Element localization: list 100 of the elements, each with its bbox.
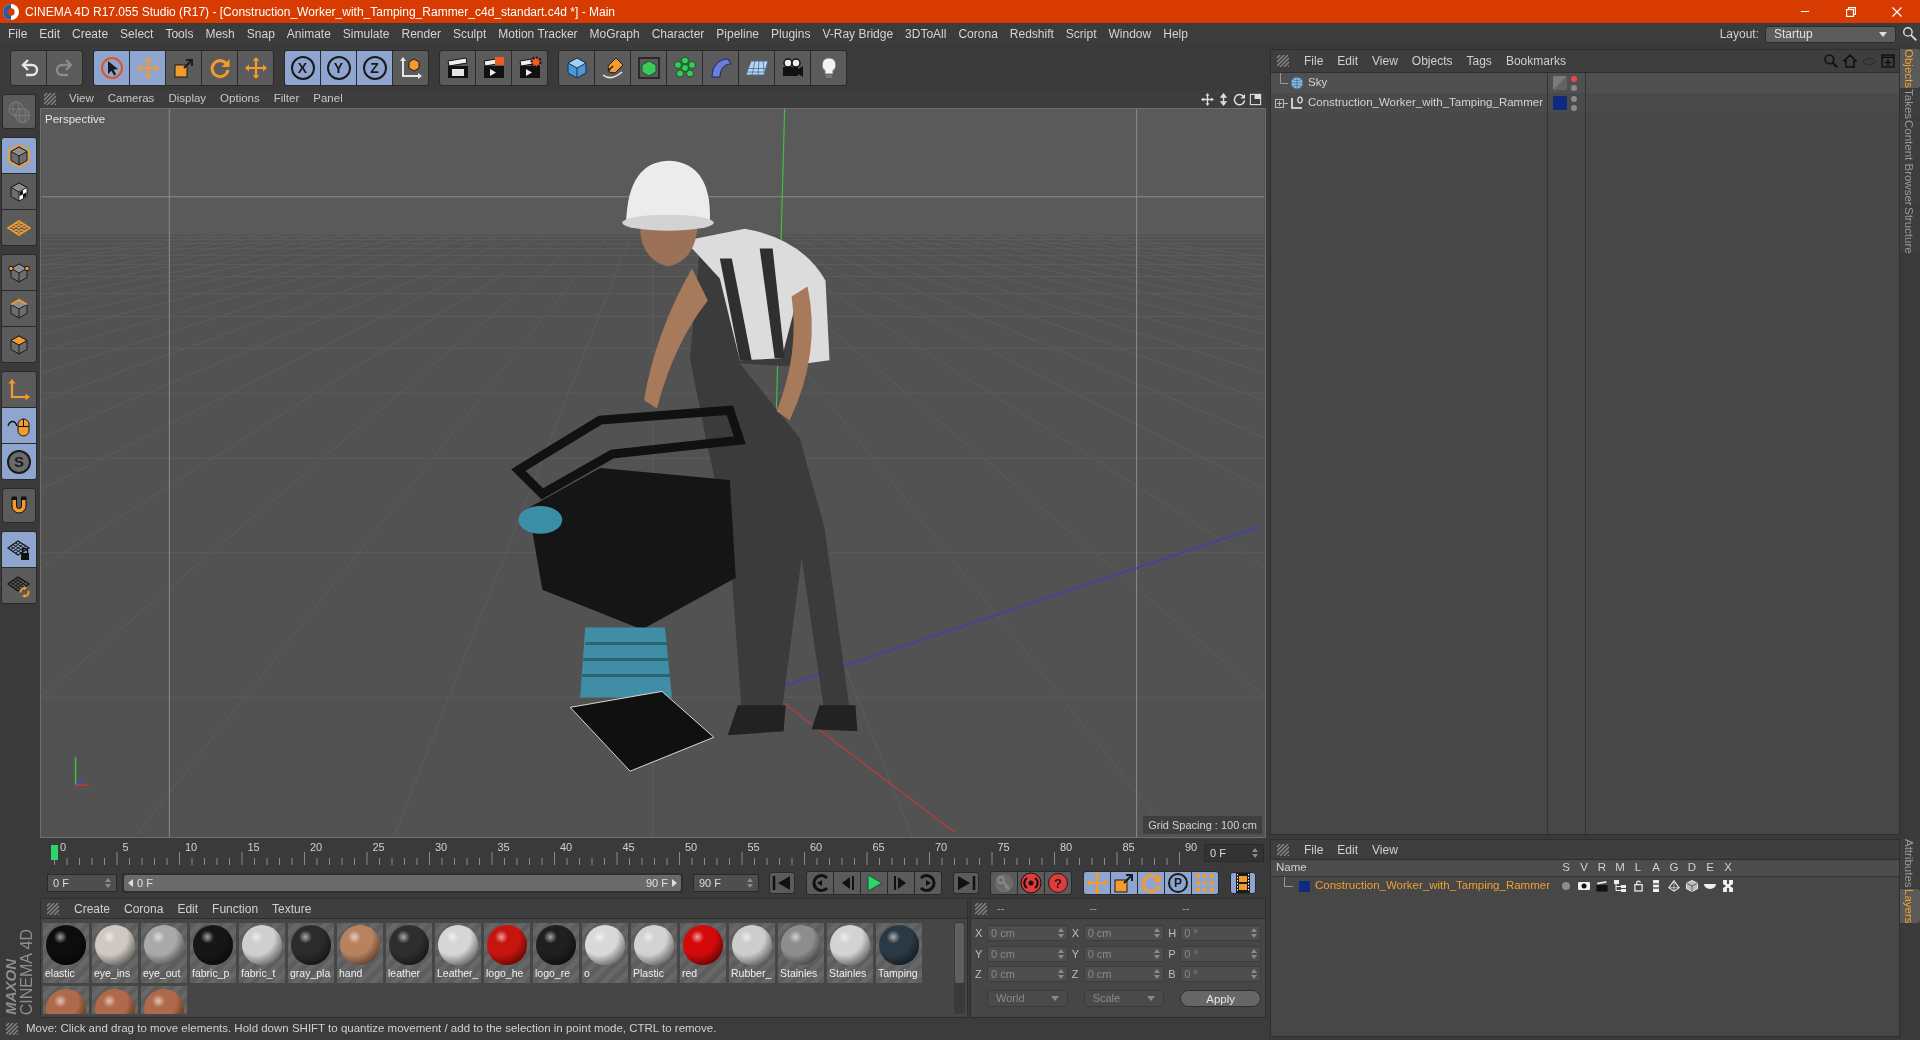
pan-arrows-icon[interactable] (1201, 92, 1214, 106)
frame-range-slider[interactable]: 0 F 90 F (124, 875, 681, 891)
expand-icon[interactable] (1275, 98, 1288, 108)
menu-item[interactable]: Redshift (1003, 25, 1060, 43)
material-swatch[interactable]: Plastic (631, 923, 677, 983)
spinner-arrows-icon[interactable] (1252, 848, 1258, 858)
menu-item[interactable]: Corona (952, 25, 1004, 43)
menu-item[interactable]: File (1297, 52, 1331, 70)
column-header[interactable]: A (1647, 859, 1665, 877)
menu-item[interactable]: Character (645, 25, 711, 43)
spinner-arrows-icon[interactable] (105, 878, 111, 888)
polygon-mode-button[interactable] (2, 327, 36, 362)
material-swatch[interactable]: fabric_t (239, 923, 285, 983)
axis-lock-button[interactable]: X (285, 50, 320, 85)
menu-item[interactable]: File (1297, 840, 1331, 859)
panel-tab[interactable]: Layers (1900, 888, 1920, 924)
menu-item[interactable]: Help (1157, 25, 1194, 43)
menu-item[interactable]: Plugins (765, 25, 817, 43)
scale-button[interactable] (166, 50, 201, 85)
material-swatch[interactable]: Leather_ (435, 923, 481, 983)
material-swatch[interactable]: eye_out (141, 923, 187, 983)
menu-item[interactable]: View (1365, 840, 1405, 859)
column-header[interactable]: G (1665, 859, 1683, 877)
column-header[interactable]: R (1593, 859, 1611, 877)
panel-tab[interactable]: Takes (1900, 89, 1920, 120)
render-view-button[interactable] (440, 50, 475, 85)
cloner-button[interactable] (667, 50, 702, 85)
next-frame-button[interactable] (888, 872, 914, 894)
menu-item[interactable]: File (2, 25, 34, 43)
panel-grip-icon[interactable] (6, 1023, 18, 1035)
material-swatch[interactable]: logo_re (533, 923, 579, 983)
zoom-arrows-icon[interactable] (1217, 92, 1230, 106)
visibility-dot-icon[interactable] (1571, 104, 1577, 111)
bars-icon[interactable] (1653, 880, 1659, 892)
record-button[interactable] (1018, 872, 1044, 894)
menu-item[interactable]: Animate (280, 25, 337, 43)
column-header[interactable]: X (1719, 859, 1737, 877)
pen-button[interactable] (595, 50, 630, 85)
panel-grip-icon[interactable] (44, 93, 56, 105)
viewport[interactable]: Perspective Grid Spacing : 100 cm (40, 108, 1266, 838)
tweak-mode-button[interactable] (2, 408, 36, 443)
search-icon[interactable] (1903, 27, 1917, 41)
dot-icon[interactable] (1562, 882, 1570, 890)
menu-item[interactable]: Render (395, 25, 447, 43)
deformer-button[interactable] (703, 50, 738, 85)
panel-tab[interactable]: Objects (1900, 49, 1920, 88)
menu-item[interactable]: View (62, 90, 101, 108)
hierarchy-icon[interactable] (1614, 880, 1626, 892)
panel-grip-icon[interactable] (1277, 55, 1289, 67)
snap-button[interactable]: S (2, 444, 36, 479)
menu-item[interactable]: Tags (1459, 52, 1499, 70)
menu-item[interactable]: Edit (33, 25, 67, 43)
magnet-button[interactable] (2, 488, 36, 523)
grid-rotate-button[interactable] (2, 568, 36, 603)
menu-item[interactable]: Create (67, 899, 118, 918)
menu-item[interactable]: Mesh (199, 25, 241, 43)
material-swatch[interactable]: elastic (43, 923, 89, 983)
previous-key-button[interactable] (807, 872, 833, 894)
cube-button[interactable] (559, 50, 594, 85)
menu-item[interactable]: Edit (1330, 840, 1366, 859)
menu-item[interactable]: Tools (159, 25, 200, 43)
material-swatch[interactable]: Stainles (827, 923, 873, 983)
scrollbar-thumb[interactable] (955, 923, 964, 983)
coordinate-system-button[interactable] (393, 50, 428, 85)
object-row[interactable]: Sky (1271, 73, 1899, 93)
edge-mode-button[interactable] (2, 291, 36, 326)
material-swatch[interactable]: red (680, 923, 726, 983)
material-swatch[interactable]: Tamping (876, 923, 922, 983)
material-swatch[interactable]: o (582, 923, 628, 983)
material-swatch[interactable]: Stainles (778, 923, 824, 983)
menu-item[interactable]: Pipeline (710, 25, 766, 43)
autokey-button[interactable]: ? (1045, 872, 1071, 894)
last-frame-button[interactable] (953, 872, 979, 894)
start-frame-field[interactable]: 0 F (47, 874, 117, 892)
spinner-arrows-icon[interactable] (747, 878, 753, 888)
menu-item[interactable]: Objects (1404, 52, 1460, 70)
menu-item[interactable]: Script (1059, 25, 1103, 43)
lock-icon[interactable] (1633, 880, 1643, 892)
eye-icon[interactable] (1578, 882, 1590, 890)
rotate-button[interactable] (202, 50, 237, 85)
pyramid-icon[interactable] (1668, 880, 1680, 892)
caret-left-icon[interactable] (128, 879, 133, 887)
subdivision-button[interactable] (631, 50, 666, 85)
material-swatch[interactable]: gray_pla (288, 923, 334, 983)
play-button[interactable] (861, 872, 887, 894)
visibility-dot-icon[interactable] (1571, 84, 1577, 91)
point-mode-button[interactable] (2, 255, 36, 290)
first-frame-button[interactable] (769, 872, 795, 894)
maximize-icon[interactable] (1249, 92, 1262, 106)
scale-mode-button[interactable] (1111, 872, 1137, 894)
panel-grip-icon[interactable] (975, 902, 987, 915)
menu-item[interactable]: Options (213, 90, 267, 108)
material-swatch[interactable]: hand (337, 923, 383, 983)
menu-item[interactable]: Cameras (100, 90, 162, 108)
next-key-button[interactable] (915, 872, 941, 894)
workplane-mode-button[interactable] (2, 210, 36, 245)
panel-grip-icon[interactable] (1277, 843, 1289, 856)
menu-item[interactable]: Select (114, 25, 160, 43)
scrollbar[interactable] (954, 922, 965, 1014)
column-header[interactable]: Name (1271, 859, 1557, 877)
